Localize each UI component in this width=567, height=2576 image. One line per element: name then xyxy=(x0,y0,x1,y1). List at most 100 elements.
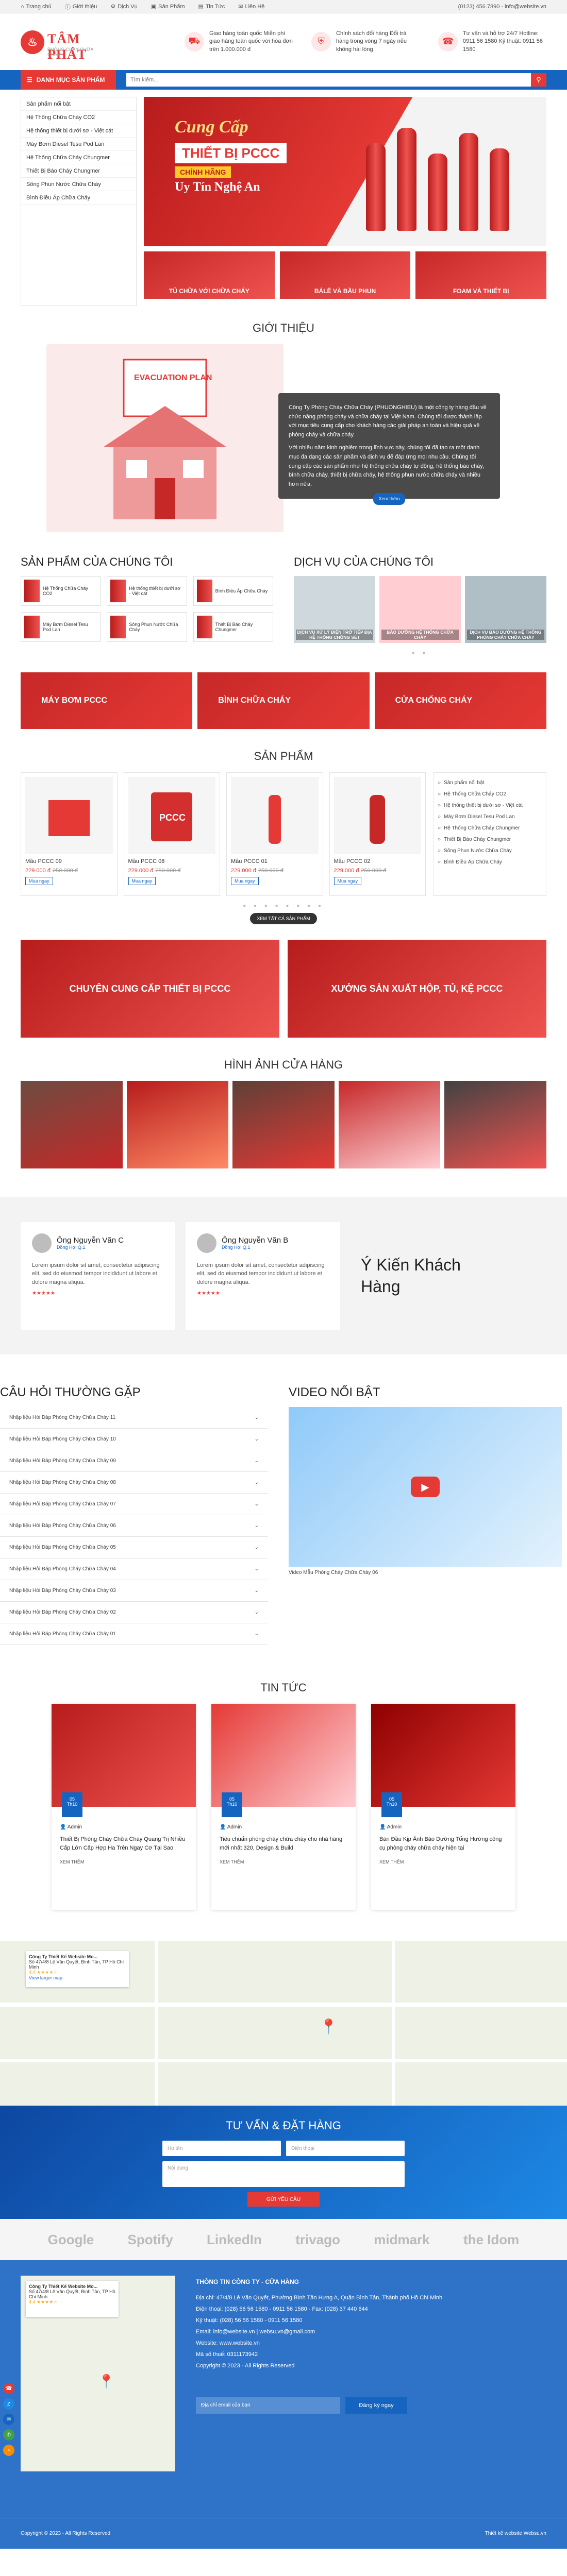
sidebar-category[interactable]: ○ Bình Điều Áp Chữa Cháy xyxy=(438,856,542,868)
faq-item[interactable]: Nhập liệu Hỏi Đáp Phòng Cháy Chữa Cháy 0… xyxy=(0,1515,268,1537)
gallery-image[interactable] xyxy=(232,1081,335,1168)
product-category[interactable]: Hệ thống thiết bị dưới sơ - Việt cát xyxy=(107,576,187,606)
news-card[interactable]: 05 Th10 👤 Admin Thiết Bị Phòng Cháy Chữa C… xyxy=(52,1704,196,1910)
read-more-link[interactable]: XEM THÊM xyxy=(220,1859,347,1865)
top-nav-contact[interactable]: ✉ Liên Hệ xyxy=(238,3,264,11)
sidebar-category[interactable]: ○ Thiết Bị Báo Cháy Chungmer xyxy=(438,834,542,845)
promo-banner[interactable]: XƯỞNG SẢN XUẤT HỘP, TỦ, KỆ PCCC xyxy=(288,940,546,1038)
product-category[interactable]: Bình Điều Áp Chữa Cháy xyxy=(193,576,273,606)
map[interactable]: Công Ty Thiết Kế Website Mo... Số 47/4/8… xyxy=(0,1941,567,2106)
buy-button[interactable]: Mua ngay xyxy=(231,877,259,885)
sidebar-category[interactable]: ○ Hệ Thống Chữa Cháy CO2 xyxy=(438,788,542,800)
map-pin-icon[interactable]: 📍 xyxy=(320,2018,338,2035)
faq-item[interactable]: Nhập liệu Hỏi Đáp Phòng Cháy Chữa Cháy 0… xyxy=(0,1537,268,1558)
faq-item[interactable]: Nhập liệu Hỏi Đáp Phòng Cháy Chữa Cháy 0… xyxy=(0,1602,268,1623)
gallery-image[interactable] xyxy=(126,1081,229,1168)
product-category[interactable]: Hệ Thống Chữa Cháy CO2 xyxy=(21,576,101,606)
news-image[interactable]: 05 Th10 xyxy=(52,1704,196,1817)
faq-item[interactable]: Nhập liệu Hỏi Đáp Phòng Cháy Chữa Cháy 0… xyxy=(0,1494,268,1515)
category-item[interactable]: Hệ Thống Chữa Cháy CO2 xyxy=(21,111,136,124)
category-item[interactable]: Sản phẩm nổi bật xyxy=(21,97,136,111)
buy-button[interactable]: Mua ngay xyxy=(25,877,53,885)
categories-button[interactable]: ☰ DANH MỤC SẢN PHẨM xyxy=(21,70,116,90)
zalo-icon[interactable]: Z xyxy=(3,2398,14,2410)
product-card[interactable]: Mẫu PCCC 01 229.000 đ 250.000 đ Mua ngay xyxy=(226,772,323,896)
category-item[interactable]: Hệ thống thiết bị dưới sơ - Việt cát xyxy=(21,124,136,138)
category-item[interactable]: Máy Bơm Diesel Tesu Pod Lan xyxy=(21,138,136,151)
news-card[interactable]: 05 Th10 👤 Admin Bán Đầu Kịp Ảnh Bảo Dưỡng … xyxy=(371,1704,515,1910)
read-more-link[interactable]: XEM THÊM xyxy=(60,1859,188,1865)
gallery-image[interactable] xyxy=(444,1081,546,1168)
footer-map[interactable]: Công Ty Thiết Kế Website Mo... Số 47/4/8… xyxy=(21,2276,175,2471)
faq-item[interactable]: Nhập liệu Hỏi Đáp Phòng Cháy Chữa Cháy 0… xyxy=(0,1558,268,1580)
gallery-image[interactable] xyxy=(338,1081,441,1168)
sub-banner[interactable]: BÁLÊ VÀ BẦU PHUN xyxy=(279,251,411,299)
main-banner[interactable]: Cung Cấp THIẾT BỊ PCCC CHÍNH HÃNG Uy Tín… xyxy=(144,97,546,246)
subscribe-button[interactable]: Đăng ký ngay xyxy=(345,2397,407,2414)
message-field[interactable]: Nội dung xyxy=(162,2161,405,2187)
faq-item[interactable]: Nhập liệu Hỏi Đáp Phòng Cháy Chữa Cháy 0… xyxy=(0,1623,268,1645)
product-card[interactable]: Mẫu PCCC 09 229.000 đ 250.000 đ Mua ngay xyxy=(21,772,118,896)
sms-icon[interactable]: ✆ xyxy=(3,2429,14,2441)
top-nav-about[interactable]: ⓘ Giới thiệu xyxy=(65,3,97,11)
intro-more-button[interactable]: Xem thêm xyxy=(373,493,405,505)
news-image[interactable]: 05 Th10 xyxy=(371,1704,515,1817)
phone-field[interactable]: Điện thoại xyxy=(286,2141,405,2156)
category-banner[interactable]: CỬA CHỐNG CHÁY xyxy=(374,672,546,729)
promo-banner[interactable]: CHUYÊN CUNG CẤP THIẾT BỊ PCCC xyxy=(21,940,279,1038)
top-nav-news[interactable]: ▤ Tin Tức xyxy=(198,3,225,11)
email-field[interactable]: Địa chỉ email của bạn xyxy=(196,2397,340,2414)
faq-item[interactable]: Nhập liệu Hỏi Đáp Phòng Cháy Chữa Cháy 1… xyxy=(0,1429,268,1450)
gallery-image[interactable] xyxy=(21,1081,123,1168)
news-card[interactable]: 05 Th10 👤 Admin Tiêu chuẩn phòng cháy chữa… xyxy=(211,1704,356,1910)
sidebar-category[interactable]: ○ Hệ Thống Chữa Cháy Chungmer xyxy=(438,822,542,834)
view-all-button[interactable]: XEM TẤT CẢ SẢN PHẨM xyxy=(250,913,317,924)
name-field[interactable]: Họ tên xyxy=(162,2141,281,2156)
faq-item[interactable]: Nhập liệu Hỏi Đáp Phòng Cháy Chữa Cháy 0… xyxy=(0,1472,268,1494)
top-nav-home[interactable]: ⌂ Trang chủ xyxy=(21,3,52,11)
buy-button[interactable]: Mua ngay xyxy=(128,877,156,885)
search-button[interactable]: ⚲ xyxy=(531,73,546,87)
submit-button[interactable]: GỬI YÊU CẦU xyxy=(247,2192,320,2207)
category-item[interactable]: Thiết Bị Báo Cháy Chungmer xyxy=(21,164,136,178)
faq-item[interactable]: Nhập liệu Hỏi Đáp Phòng Cháy Chữa Cháy 0… xyxy=(0,1580,268,1602)
faq-item[interactable]: Nhập liệu Hỏi Đáp Phòng Cháy Chữa Cháy 0… xyxy=(0,1450,268,1472)
product-category[interactable]: Thiết Bị Báo Cháy Chungmer xyxy=(193,612,273,642)
news-image[interactable]: 05 Th10 xyxy=(211,1704,356,1817)
carousel-dots[interactable]: ● ● xyxy=(294,650,546,656)
faq-item[interactable]: Nhập liệu Hỏi Đáp Phòng Cháy Chữa Cháy 1… xyxy=(0,1407,268,1429)
sub-banner[interactable]: FOAM VÀ THIẾT BỊ xyxy=(415,251,547,299)
sub-banner[interactable]: TỦ CHỮA VỚI CHỮA CHÁY xyxy=(144,251,275,299)
category-item[interactable]: Hệ Thống Chữa Cháy Chungmer xyxy=(21,151,136,164)
service-card[interactable]: DỊCH VỤ BẢO DƯỠNG HỆ THỐNG PHÒNG CHÁY CH… xyxy=(465,576,546,643)
product-carousel-dots[interactable]: ● ● ● ● ● ● ● ● xyxy=(0,903,567,909)
phone-icon[interactable]: ☎ xyxy=(3,2383,14,2394)
product-card[interactable]: Mẫu PCCC 02 229.000 đ 250.000 đ Mua ngay xyxy=(329,772,426,896)
top-nav-services[interactable]: ⚙ Dịch Vụ xyxy=(110,3,137,11)
messenger-icon[interactable]: ✉ xyxy=(3,2414,14,2425)
service-card[interactable]: DỊCH VỤ XỬ LÝ ĐIỆN TRỞ TIẾP ĐỊA HỆ THỐNG… xyxy=(294,576,375,643)
category-banner[interactable]: BÌNH CHỮA CHÁY xyxy=(197,672,370,729)
map-icon[interactable]: ⌖ xyxy=(3,2445,14,2456)
category-item[interactable]: Bình Điều Áp Chữa Cháy xyxy=(21,191,136,205)
sidebar-category[interactable]: ○ Sản phẩm nổi bật xyxy=(438,777,542,788)
map-pin-icon[interactable]: 📍 xyxy=(98,2374,114,2389)
product-category[interactable]: Máy Bơm Diesel Tesu Pod Lan xyxy=(21,612,101,642)
video-player[interactable]: ▶ xyxy=(289,1407,562,1567)
read-more-link[interactable]: XEM THÊM xyxy=(379,1859,507,1865)
sidebar-category[interactable]: ○ Hệ thống thiết bị dưới sơ - Việt cát xyxy=(438,800,542,811)
top-contact[interactable]: (0123) 456.7890 - info@website.vn xyxy=(458,4,546,10)
top-nav-products[interactable]: ▣ Sản Phẩm xyxy=(151,3,185,11)
sidebar-category[interactable]: ○ Máy Bơm Diesel Tesu Pod Lan xyxy=(438,811,542,822)
view-larger-map-link[interactable]: View larger map xyxy=(29,1975,126,1980)
buy-button[interactable]: Mua ngay xyxy=(333,877,362,885)
service-card[interactable]: BẢO DƯỠNG HỆ THỐNG CHỮA CHÁY xyxy=(379,576,461,643)
product-category[interactable]: Sông Phun Nước Chữa Cháy xyxy=(107,612,187,642)
category-banner[interactable]: MÁY BƠM PCCC xyxy=(21,672,193,729)
video-caption[interactable]: Video Mẫu Phòng Cháy Chữa Cháy 06 xyxy=(289,1570,562,1575)
logo[interactable]: ♨ TÂM PHÁT PHÒNG CHÁY CHỮA CHÁY xyxy=(21,26,103,62)
play-icon[interactable]: ▶ xyxy=(411,1477,440,1497)
product-card[interactable]: PCCC Mẫu PCCC 08 229.000 đ 250.000 đ Mua nga… xyxy=(123,772,220,896)
search-input[interactable] xyxy=(126,73,531,87)
sidebar-category[interactable]: ○ Sông Phun Nước Chữa Cháy xyxy=(438,845,542,856)
